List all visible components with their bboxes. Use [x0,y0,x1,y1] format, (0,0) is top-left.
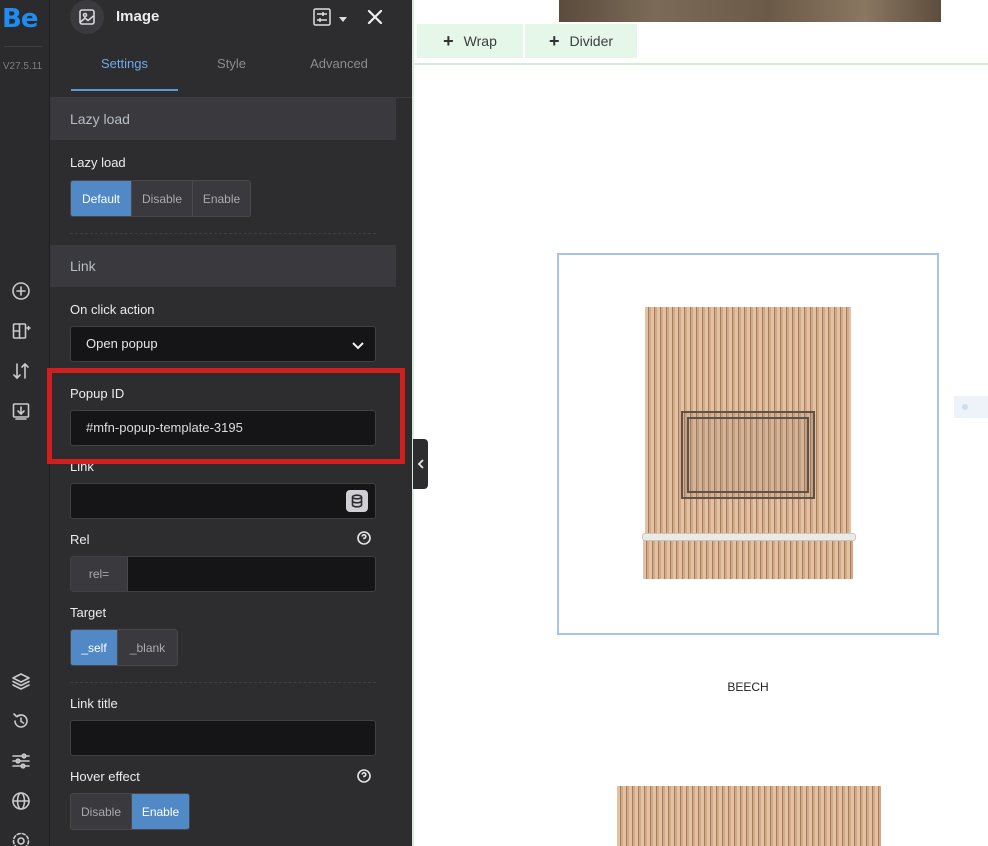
lazy-load-label: Lazy load [70,155,126,170]
section-divider [414,63,988,65]
target-blank-button[interactable]: _blank [118,630,177,665]
history-icon[interactable] [9,709,33,733]
rel-label: Rel [70,532,90,547]
rel-input[interactable]: rel= [70,556,376,592]
rail-divider [4,46,42,47]
target-toggle: _self _blank [70,629,178,666]
app-logo[interactable]: Be [2,4,38,34]
link-title-input[interactable] [70,720,376,756]
image-icon [70,0,104,34]
lazy-load-default-button[interactable]: Default [71,181,132,216]
left-rail: Be V27.5.11 [0,0,50,846]
add-layout-icon[interactable] [9,319,33,343]
layers-icon[interactable] [9,669,33,693]
divider [70,233,376,234]
panel-header: Image [50,0,412,36]
add-wrap-button[interactable]: + Wrap [417,24,523,58]
divider [70,682,376,683]
panel-tabs: Settings Style Advanced [50,44,412,98]
hover-effect-toggle: Disable Enable [70,793,190,830]
wood-panel-image [645,307,851,539]
target-label: Target [70,605,107,620]
builder-canvas: + Wrap + Divider BEECH [412,0,988,846]
target-self-button[interactable]: _self [71,630,118,665]
tab-settings[interactable]: Settings [71,56,178,71]
selected-image-element[interactable] [557,253,939,635]
close-icon[interactable] [364,6,386,28]
tv-screen [687,417,809,493]
globe-icon[interactable] [9,789,33,813]
collapse-panel-button[interactable] [413,439,428,489]
import-icon[interactable] [9,399,33,423]
link-title-label: Link title [70,696,118,711]
gear-icon[interactable] [9,829,33,846]
lazy-load-toggle: Default Disable Enable [70,180,251,217]
tab-advanced[interactable]: Advanced [288,56,390,71]
side-handle[interactable] [954,396,988,418]
rel-prefix: rel= [71,557,128,591]
hover-enable-button[interactable]: Enable [132,794,189,829]
add-divider-label: Divider [569,33,614,49]
shelf [642,533,856,541]
add-divider-button[interactable]: + Divider [525,24,637,58]
chevron-down-icon[interactable] [338,11,348,29]
chevron-down-icon [352,342,364,350]
dynamic-data-icon[interactable] [346,490,368,512]
plus-icon: + [443,30,454,51]
hover-effect-label: Hover effect [70,769,140,784]
next-image[interactable] [617,786,881,846]
wood-base-image [643,539,853,579]
tab-style[interactable]: Style [184,56,279,71]
sort-icon[interactable] [9,359,33,383]
add-wrap-label: Wrap [463,33,497,49]
version-label: V27.5.11 [2,61,43,72]
section-lazy-load[interactable]: Lazy load [50,98,396,140]
add-circle-icon[interactable] [9,279,33,303]
help-icon[interactable] [357,531,371,545]
panel-title: Image [116,8,160,25]
link-input[interactable] [70,483,376,519]
on-click-action-label: On click action [70,302,155,317]
plus-icon: + [548,30,560,51]
sliders-icon[interactable] [9,749,33,773]
active-tab-indicator [71,89,178,91]
on-click-action-select[interactable]: Open popup [70,326,376,362]
panel-tools [312,7,348,32]
section-title: Link [70,258,96,274]
previous-image[interactable] [559,0,941,22]
hover-disable-button[interactable]: Disable [71,794,132,829]
section-title: Lazy load [70,111,130,127]
lazy-load-enable-button[interactable]: Enable [193,181,250,216]
tv-frame [681,411,815,499]
popup-id-highlight [47,368,405,464]
help-icon[interactable] [357,769,371,783]
chevron-left-icon [417,459,424,469]
app-root: Be V27.5.11 Image Settings Style Advance… [0,0,988,846]
lazy-load-disable-button[interactable]: Disable [132,181,193,216]
image-caption: BEECH [727,680,769,694]
options-icon[interactable] [312,7,332,32]
section-link[interactable]: Link [50,245,396,287]
select-value: Open popup [86,336,158,351]
